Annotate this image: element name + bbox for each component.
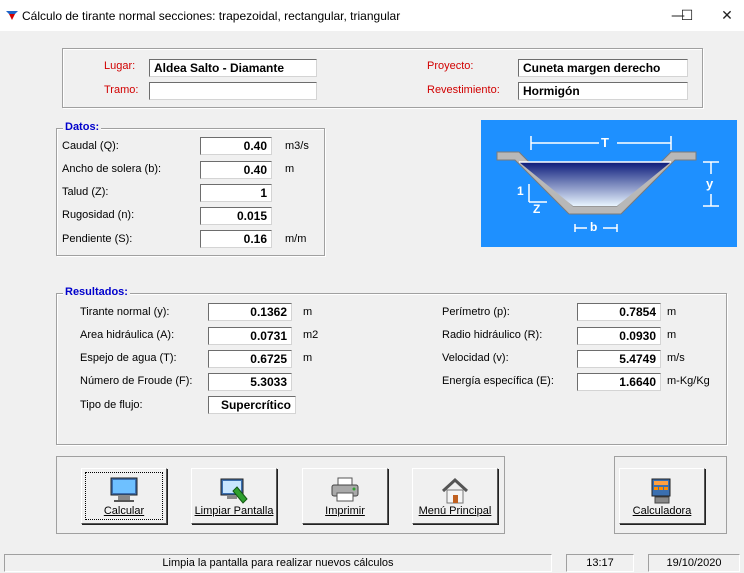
status-message: Limpia la pantalla para realizar nuevos … [4,554,552,572]
perimetro-label: Perímetro (p): [442,306,510,318]
maximize-button[interactable]: ☐ [664,0,710,31]
calcular-button[interactable]: Calcular [81,468,167,524]
caudal-label: Caudal (Q): [62,140,119,152]
area-unit: m2 [303,329,319,341]
tipo-flujo-field[interactable]: Supercrítico [208,396,296,414]
revestimiento-field[interactable]: Hormigón [518,82,688,100]
pendiente-field[interactable]: 0.16 [200,230,272,248]
energia-label: Energía específica (E): [442,375,554,387]
velocidad-unit: m/s [667,352,685,364]
froude-field[interactable]: 5.3033 [208,373,292,391]
imprimir-label: Imprimir [325,505,365,517]
velocidad-field[interactable]: 5.4749 [577,350,661,368]
client-area: Lugar: Aldea Salto - Diamante Tramo: Pro… [0,31,744,552]
velocidad-label: Velocidad (v): [442,352,509,364]
caudal-unit: m3/s [285,140,309,152]
title-bar: Cálculo de tirante normal secciones: tra… [0,0,744,31]
diagram-label-y: y [706,176,714,191]
ancho-unit: m [285,163,295,175]
rugosidad-field[interactable]: 0.015 [200,207,272,225]
diagram-label-Z: Z [533,202,541,216]
resultados-legend: Resultados: [63,286,130,298]
proyecto-label: Proyecto: [427,60,474,72]
computer-icon [109,477,139,506]
radio-unit: m [667,329,677,341]
status-date: 19/10/2020 [648,554,740,572]
app-icon [6,11,18,23]
talud-label: Talud (Z): [62,186,109,198]
tramo-label: Tramo: [104,84,139,96]
menu-principal-button[interactable]: Menú Principal [412,468,498,524]
energia-field[interactable]: 1.6640 [577,373,661,391]
espejo-unit: m [303,352,313,364]
status-time: 13:17 [566,554,634,572]
proyecto-field[interactable]: Cuneta margen derecho [518,59,688,77]
radio-label: Radio hidráulico (R): [442,329,543,341]
limpiar-pantalla-button[interactable]: Limpiar Pantalla [191,468,277,524]
radio-field[interactable]: 0.0930 [577,327,661,345]
calcular-label: Calcular [103,505,145,517]
tirante-field[interactable]: 0.1362 [208,303,292,321]
tipo-flujo-label: Tipo de flujo: [80,399,143,411]
area-label: Area hidráulica (A): [80,329,175,341]
close-button[interactable]: ✕ [710,0,744,31]
diagram-label-1: 1 [517,184,524,198]
diagram-label-b: b [590,220,598,234]
tirante-unit: m [303,306,313,318]
datos-legend: Datos: [63,121,102,133]
espejo-field[interactable]: 0.6725 [208,350,292,368]
lugar-label: Lugar: [104,60,136,72]
calculator-icon [649,477,675,508]
section-diagram: T y 1 Z b [481,120,737,247]
area-field[interactable]: 0.0731 [208,327,292,345]
printer-icon [330,477,360,506]
talud-field[interactable]: 1 [200,184,272,202]
window-title: Cálculo de tirante normal secciones: tra… [22,9,401,23]
home-icon [440,477,470,508]
diagram-label-T: T [601,135,609,150]
tramo-field[interactable] [149,82,317,100]
revestimiento-label: Revestimiento: [427,84,500,96]
calculadora-button[interactable]: Calculadora [619,468,705,524]
imprimir-button[interactable]: Imprimir [302,468,388,524]
perimetro-unit: m [667,306,677,318]
caudal-field[interactable]: 0.40 [200,137,272,155]
espejo-label: Espejo de agua (T): [80,352,177,364]
lugar-field[interactable]: Aldea Salto - Diamante [149,59,317,77]
energia-unit: m-Kg/Kg [667,375,710,387]
pendiente-label: Pendiente (S): [62,233,133,245]
froude-label: Número de Froude (F): [80,375,193,387]
pendiente-unit: m/m [285,233,307,245]
status-bar: Limpia la pantalla para realizar nuevos … [0,552,744,573]
rugosidad-label: Rugosidad (n): [62,209,135,221]
clean-screen-icon [219,477,249,508]
perimetro-field[interactable]: 0.7854 [577,303,661,321]
ancho-field[interactable]: 0.40 [200,161,272,179]
ancho-label: Ancho de solera (b): [62,163,162,175]
tirante-label: Tirante normal (y): [80,306,170,318]
